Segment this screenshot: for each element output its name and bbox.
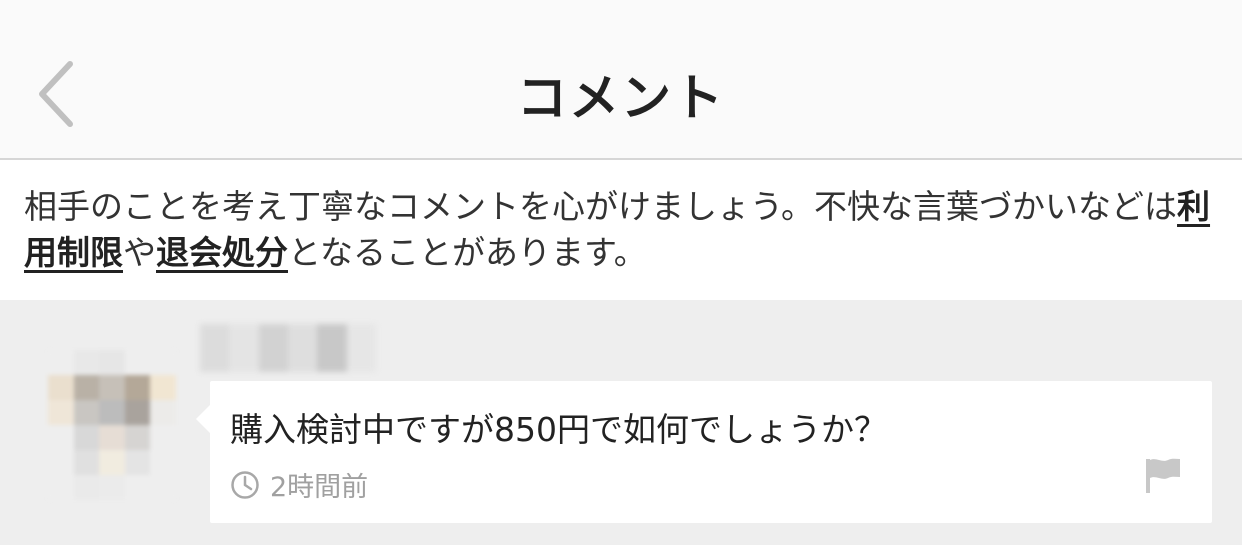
comment-timestamp: 2時間前 [230,465,368,504]
comment-time-label: 2時間前 [270,472,369,503]
clock-icon [231,470,259,499]
comment-text: 購入検討中ですが850円で如何でしょうか？ [230,410,887,449]
avatar[interactable] [48,350,176,500]
page-title: コメント [517,69,725,127]
notice-text-part1: 相手のことを考え丁寧なコメントを心がけましょう。不快な言葉づかいなどは [24,187,1178,226]
notice-emphasis-account-removal: 退会処分 [156,233,288,272]
notice-text: 相手のことを考え丁寧なコメントを心がけましょう。不快な言葉づかいなどは利用制限や… [24,184,1224,276]
report-flag-button[interactable] [1144,455,1184,495]
notice-text-part3: となることがあります。 [288,233,647,272]
notice-text-part2: や [123,233,156,272]
comment-bubble: 購入検討中ですが850円で如何でしょうか？ 2時間前 [196,381,1212,523]
commenter-username-redacted[interactable] [200,324,376,372]
header-bar: コメント [0,0,1242,160]
flag-icon [1146,458,1180,493]
comment-guideline-notice: 相手のことを考え丁寧なコメントを心がけましょう。不快な言葉づかいなどは利用制限や… [0,160,1242,300]
